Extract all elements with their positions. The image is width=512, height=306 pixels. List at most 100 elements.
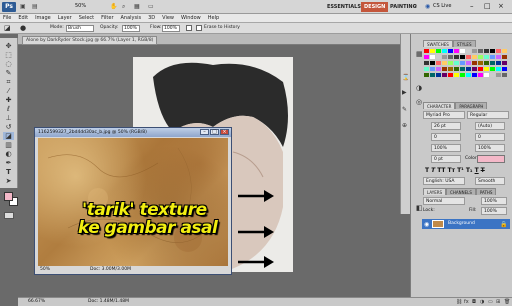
swatch[interactable] bbox=[448, 49, 453, 53]
new-group-icon[interactable]: ▭ bbox=[488, 299, 493, 305]
menu-analysis[interactable]: Analysis bbox=[121, 15, 142, 21]
swatch[interactable] bbox=[436, 73, 441, 77]
swatch[interactable] bbox=[454, 49, 459, 53]
zoom-level[interactable]: 50% bbox=[75, 3, 86, 9]
swatch[interactable] bbox=[448, 73, 453, 77]
menu-window[interactable]: Window bbox=[181, 15, 201, 21]
all-caps-icon[interactable]: TT bbox=[437, 167, 445, 174]
menu-help[interactable]: Help bbox=[208, 15, 219, 21]
swatch[interactable] bbox=[454, 61, 459, 65]
swatch[interactable] bbox=[496, 61, 501, 65]
mode-select[interactable]: Brush bbox=[66, 25, 94, 32]
swatch[interactable] bbox=[424, 49, 429, 53]
swatch[interactable] bbox=[460, 73, 465, 77]
brush-panel-icon[interactable]: ✎ bbox=[402, 106, 407, 113]
menu-layer[interactable]: Layer bbox=[58, 15, 72, 21]
swatch[interactable] bbox=[424, 55, 429, 59]
swatch[interactable] bbox=[484, 49, 489, 53]
br-icon[interactable]: ▣ bbox=[20, 3, 26, 10]
zoom-icon[interactable]: ⌕ bbox=[122, 3, 125, 11]
language-select[interactable]: English: USA bbox=[423, 177, 465, 185]
swatch[interactable] bbox=[436, 55, 441, 59]
swatch[interactable] bbox=[442, 61, 447, 65]
blend-mode-select[interactable]: Normal bbox=[423, 197, 465, 205]
adjustment-layer-icon[interactable]: ◑ bbox=[480, 299, 484, 305]
type-tool-icon[interactable]: T bbox=[3, 168, 14, 176]
layer-opacity-field[interactable]: 100% bbox=[481, 197, 507, 205]
small-caps-icon[interactable]: Tт bbox=[448, 167, 456, 174]
swatches-panel-icon[interactable]: ▦ bbox=[416, 50, 423, 58]
pen-tool-icon[interactable]: ✒ bbox=[3, 159, 14, 167]
faux-bold-icon[interactable]: T bbox=[425, 167, 429, 174]
swatch[interactable] bbox=[484, 67, 489, 71]
maximize-icon[interactable]: □ bbox=[484, 2, 491, 10]
opacity-field[interactable]: 100% bbox=[122, 25, 140, 32]
menu-filter[interactable]: Filter bbox=[101, 15, 113, 21]
adjustments-panel-icon[interactable]: ◑ bbox=[416, 84, 422, 92]
swatch[interactable] bbox=[430, 55, 435, 59]
menu-3d[interactable]: 3D bbox=[148, 15, 155, 21]
swatch[interactable] bbox=[466, 61, 471, 65]
document-tab[interactable]: Alone by DarkRyder Stock.jpg @ 66.7% (La… bbox=[22, 36, 158, 45]
faux-italic-icon[interactable]: T bbox=[431, 167, 435, 174]
swatch[interactable] bbox=[472, 55, 477, 59]
swatch[interactable] bbox=[442, 49, 447, 53]
strikethrough-icon[interactable]: T bbox=[481, 167, 485, 174]
swatch[interactable] bbox=[436, 49, 441, 53]
swatch[interactable] bbox=[460, 55, 465, 59]
texture-minimize-button[interactable]: – bbox=[200, 129, 209, 135]
swatch[interactable] bbox=[478, 55, 483, 59]
horizontal-scale-field[interactable]: 100% bbox=[475, 144, 505, 152]
swatch[interactable] bbox=[448, 55, 453, 59]
swatch[interactable] bbox=[472, 61, 477, 65]
swatch[interactable] bbox=[436, 67, 441, 71]
foreground-color-swatch[interactable] bbox=[4, 192, 13, 201]
swatch[interactable] bbox=[460, 61, 465, 65]
layer-name[interactable]: Background bbox=[448, 219, 475, 229]
swatch[interactable] bbox=[496, 55, 501, 59]
swatch[interactable] bbox=[472, 67, 477, 71]
texture-window-titlebar[interactable]: 1162599327_2bd4dd30ac_b.jpg @ 50% (RGB/8… bbox=[35, 128, 231, 137]
tab-styles[interactable]: STYLES bbox=[452, 40, 476, 47]
menu-select[interactable]: Select bbox=[79, 15, 94, 21]
menu-file[interactable]: File bbox=[3, 15, 11, 21]
mini-bridge-icon[interactable]: ▤ bbox=[32, 3, 38, 10]
swatch[interactable] bbox=[484, 73, 489, 77]
layer-style-icon[interactable]: fx bbox=[464, 299, 469, 305]
swatch[interactable] bbox=[430, 61, 435, 65]
swatch[interactable] bbox=[466, 67, 471, 71]
swatch[interactable] bbox=[502, 55, 507, 59]
brush-tool-icon[interactable]: ℓ bbox=[3, 105, 14, 113]
swatch[interactable] bbox=[490, 73, 495, 77]
swatch[interactable] bbox=[448, 67, 453, 71]
actions-panel-icon[interactable]: ▶ bbox=[402, 89, 407, 96]
swatch[interactable] bbox=[478, 73, 483, 77]
flow-field[interactable]: 100% bbox=[162, 25, 180, 32]
quick-select-tool-icon[interactable]: ✎ bbox=[3, 69, 14, 77]
tab-channels[interactable]: CHANNELS bbox=[446, 188, 476, 195]
layer-fill-field[interactable]: 100% bbox=[481, 207, 507, 215]
antialias-select[interactable]: Smooth bbox=[475, 177, 505, 185]
eraser-tool-icon[interactable]: ◪ bbox=[4, 24, 11, 32]
swatch[interactable] bbox=[472, 49, 477, 53]
tracking-field[interactable]: 0 bbox=[475, 133, 505, 141]
swatch[interactable] bbox=[442, 67, 447, 71]
swatch[interactable] bbox=[436, 61, 441, 65]
add-mask-icon[interactable]: ◘ bbox=[472, 299, 476, 305]
tab-paragraph[interactable]: PARAGRAPH bbox=[455, 102, 488, 109]
swatch[interactable] bbox=[430, 49, 435, 53]
clone-source-icon[interactable]: ⊕ bbox=[402, 122, 407, 129]
swatch[interactable] bbox=[466, 55, 471, 59]
swatch[interactable] bbox=[454, 55, 459, 59]
font-family-select[interactable]: Myriad Pro bbox=[423, 111, 465, 119]
baseline-shift-field[interactable]: 0 pt bbox=[431, 155, 461, 163]
swatch[interactable] bbox=[478, 61, 483, 65]
swatch[interactable] bbox=[502, 61, 507, 65]
close-icon[interactable]: × bbox=[498, 2, 504, 10]
swatch[interactable] bbox=[496, 49, 501, 53]
swatch[interactable] bbox=[454, 67, 459, 71]
swatch[interactable] bbox=[490, 49, 495, 53]
swatch[interactable] bbox=[424, 67, 429, 71]
swatch[interactable] bbox=[424, 61, 429, 65]
stamp-tool-icon[interactable]: ⊥ bbox=[3, 114, 14, 122]
